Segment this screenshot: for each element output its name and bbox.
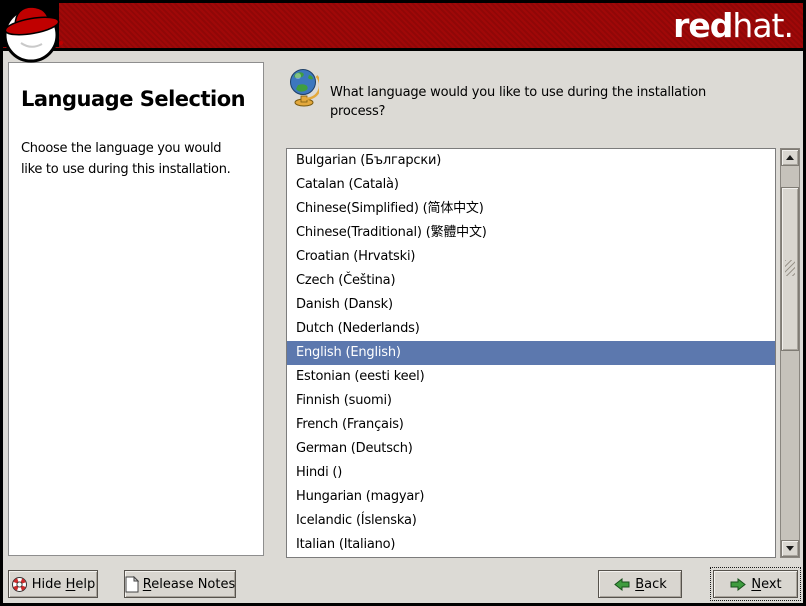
scroll-down-button[interactable] [781, 540, 799, 557]
page-title: Language Selection [21, 87, 251, 111]
help-text-line: Choose the language you would [21, 138, 251, 159]
language-option[interactable]: Croatian (Hrvatski) [287, 245, 775, 269]
next-button[interactable]: Next [713, 570, 798, 598]
release-notes-button[interactable]: Release Notes [124, 570, 236, 598]
language-option[interactable]: French (Français) [287, 413, 775, 437]
language-option[interactable]: Chinese(Simplified) (简体中文) [287, 197, 775, 221]
scrollbar-grip [785, 260, 795, 276]
language-option[interactable]: Hungarian (magyar) [287, 485, 775, 509]
scroll-down-icon [786, 546, 794, 551]
language-option[interactable]: Bulgarian (Български) [287, 149, 775, 173]
language-option[interactable]: Italian (Italiano) [287, 533, 775, 557]
next-label: Next [751, 577, 781, 592]
globe-icon [289, 67, 319, 107]
language-option[interactable]: Icelandic (Íslenska) [287, 509, 775, 533]
language-option[interactable]: Finnish (suomi) [287, 389, 775, 413]
help-text-line: like to use during this installation. [21, 159, 251, 180]
installer-window: redhat. Language Selection Choose the la… [3, 3, 803, 603]
scroll-up-icon [786, 155, 794, 160]
scrollbar-thumb[interactable] [781, 187, 799, 351]
question-text: What language would you like to use duri… [330, 83, 706, 121]
language-option[interactable]: Dutch (Nederlands) [287, 317, 775, 341]
language-option[interactable]: Czech (Čeština) [287, 269, 775, 293]
header-bar: redhat. [3, 3, 803, 51]
help-panel: Language Selection Choose the language y… [8, 62, 264, 556]
language-option[interactable]: Estonian (eesti keel) [287, 365, 775, 389]
language-list: Bulgarian (Български) Catalan (Català) C… [286, 148, 776, 558]
wordmark-red: red [673, 6, 732, 45]
redhat-shadowman-logo [3, 3, 65, 65]
language-option[interactable]: Chinese(Traditional) (繁體中文) [287, 221, 775, 245]
language-option[interactable]: German (Deutsch) [287, 437, 775, 461]
list-scrollbar[interactable] [780, 148, 800, 558]
back-button[interactable]: Back [598, 570, 682, 598]
hide-help-button[interactable]: Hide Help [8, 570, 98, 598]
question-line: process? [330, 102, 706, 121]
hide-help-label: Hide Help [32, 577, 95, 592]
wordmark-hat: hat. [732, 6, 793, 45]
release-notes-label: Release Notes [143, 577, 235, 592]
help-text: Choose the language you would like to us… [21, 138, 251, 180]
scroll-up-button[interactable] [781, 149, 799, 166]
back-label: Back [635, 577, 667, 592]
language-option[interactable]: Hindi () [287, 461, 775, 485]
question-line: What language would you like to use duri… [330, 83, 706, 102]
language-option-selected[interactable]: English (English) [287, 341, 775, 365]
language-option[interactable]: Danish (Dansk) [287, 293, 775, 317]
redhat-wordmark: redhat. [673, 3, 793, 48]
release-notes-icon [125, 576, 139, 593]
lifesaver-icon [11, 576, 28, 593]
language-option[interactable]: Catalan (Català) [287, 173, 775, 197]
back-arrow-icon [613, 578, 631, 591]
next-arrow-icon [729, 578, 747, 591]
